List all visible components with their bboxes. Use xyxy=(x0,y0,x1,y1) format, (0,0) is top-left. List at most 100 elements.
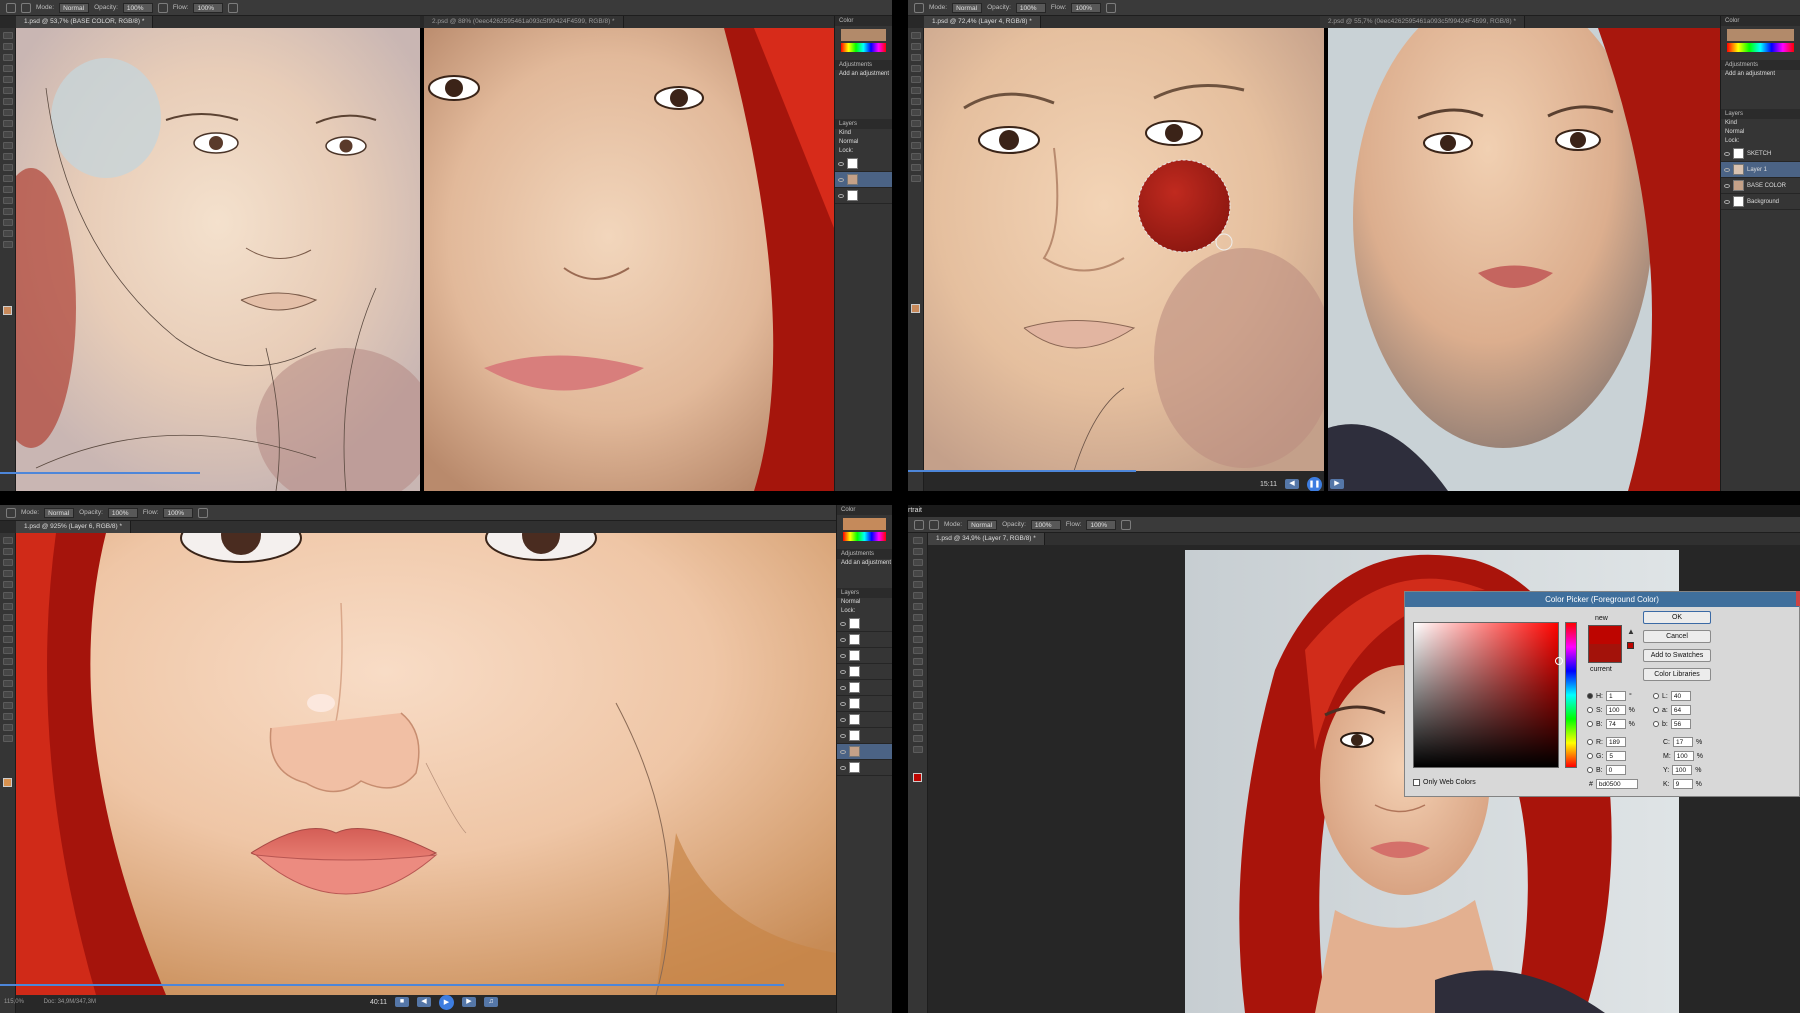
eye-icon[interactable] xyxy=(840,685,846,690)
video-progress-bar[interactable] xyxy=(908,470,1136,472)
move-tool-icon[interactable] xyxy=(2,537,13,544)
green-input[interactable]: 5 xyxy=(1606,751,1627,761)
eyedropper-tool-icon[interactable] xyxy=(2,592,13,599)
lasso-tool-icon[interactable] xyxy=(2,559,13,566)
red-radio[interactable] xyxy=(1587,739,1593,745)
canvas-detail[interactable] xyxy=(16,533,836,995)
hue-input[interactable]: 1 xyxy=(1606,691,1626,701)
magenta-input[interactable]: 100 xyxy=(1673,751,1694,761)
layer-row[interactable] xyxy=(837,664,892,680)
stamp-tool-icon[interactable] xyxy=(912,625,923,632)
layer-row[interactable] xyxy=(837,632,892,648)
layer-row[interactable] xyxy=(837,712,892,728)
hand-tool-icon[interactable] xyxy=(912,735,923,742)
layer-row-background[interactable]: Background xyxy=(1721,194,1800,210)
airbrush-icon[interactable] xyxy=(198,507,209,518)
type-tool-icon[interactable] xyxy=(910,153,921,160)
eye-icon[interactable] xyxy=(840,701,846,706)
airbrush-icon[interactable] xyxy=(228,2,239,13)
flow-field[interactable]: 100% xyxy=(1071,2,1102,13)
eye-icon[interactable] xyxy=(1724,183,1730,188)
type-tool-icon[interactable] xyxy=(912,702,923,709)
layers-panel-tab[interactable]: Layers xyxy=(837,588,892,598)
blue-radio[interactable] xyxy=(1587,767,1593,773)
eye-icon[interactable] xyxy=(1724,151,1730,156)
healing-tool-icon[interactable] xyxy=(912,603,923,610)
eyedropper-tool-icon[interactable] xyxy=(912,592,923,599)
mode-dropdown[interactable]: Normal xyxy=(59,2,90,13)
canvas-sketch[interactable] xyxy=(16,28,420,491)
eye-icon[interactable] xyxy=(840,669,846,674)
doc-tab-1psd[interactable]: 1.psd @ 53,7% (BASE COLOR, RGB/8) * xyxy=(16,16,154,28)
lab-a-radio[interactable] xyxy=(1653,707,1659,713)
eye-icon[interactable] xyxy=(838,161,844,166)
eye-icon[interactable] xyxy=(840,637,846,642)
canvas-base-color[interactable] xyxy=(924,28,1324,471)
canvas-reference-photo[interactable] xyxy=(424,28,834,491)
opacity-field[interactable]: 100% xyxy=(122,2,153,13)
eraser-tool-icon[interactable] xyxy=(2,142,13,149)
foreground-color-swatch[interactable] xyxy=(3,306,12,315)
play-icon[interactable]: ▶ xyxy=(439,994,454,1010)
dodge-tool-icon[interactable] xyxy=(2,669,13,676)
blur-tool-icon[interactable] xyxy=(2,164,13,171)
lasso-tool-icon[interactable] xyxy=(2,54,13,61)
layer-row[interactable] xyxy=(835,172,892,188)
blur-tool-icon[interactable] xyxy=(2,658,13,665)
next-icon[interactable]: ▶ xyxy=(1330,479,1344,489)
history-brush-tool-icon[interactable] xyxy=(912,636,923,643)
lab-a-input[interactable]: 64 xyxy=(1670,705,1691,715)
flow-field[interactable]: 100% xyxy=(193,2,224,13)
stamp-tool-icon[interactable] xyxy=(910,98,921,105)
dodge-tool-icon[interactable] xyxy=(912,680,923,687)
add-to-swatches-button[interactable]: Add to Swatches xyxy=(1643,649,1711,662)
flow-field[interactable]: 100% xyxy=(1086,519,1117,530)
zoom-tool-icon[interactable] xyxy=(2,241,13,248)
saturation-input[interactable]: 100 xyxy=(1605,705,1626,715)
healing-tool-icon[interactable] xyxy=(2,98,13,105)
blue-input[interactable]: 0 xyxy=(1605,765,1626,775)
hand-tool-icon[interactable] xyxy=(2,724,13,731)
lasso-tool-icon[interactable] xyxy=(912,559,923,566)
eye-icon[interactable] xyxy=(840,749,846,754)
blur-tool-icon[interactable] xyxy=(910,131,921,138)
quick-select-tool-icon[interactable] xyxy=(912,570,923,577)
out-of-gamut-warning-icon[interactable]: ▲ xyxy=(1627,627,1635,636)
web-colors-checkbox[interactable] xyxy=(1413,779,1420,786)
layer-row[interactable] xyxy=(837,728,892,744)
type-tool-icon[interactable] xyxy=(2,197,13,204)
foreground-color-swatch[interactable] xyxy=(3,778,12,787)
adjustments-panel-tab[interactable]: Adjustments xyxy=(1721,60,1800,70)
opacity-field[interactable]: 100% xyxy=(1015,2,1046,13)
video-progress-bar[interactable] xyxy=(0,472,200,474)
brush-tool-icon[interactable] xyxy=(914,519,924,530)
blend-mode-dropdown[interactable]: Normal xyxy=(837,598,892,607)
marquee-tool-icon[interactable] xyxy=(2,43,13,50)
blur-tool-icon[interactable] xyxy=(912,669,923,676)
color-preview[interactable] xyxy=(841,29,886,41)
brightness-radio[interactable] xyxy=(1587,721,1593,727)
crop-tool-icon[interactable] xyxy=(2,581,13,588)
path-select-tool-icon[interactable] xyxy=(2,702,13,709)
hue-slider[interactable] xyxy=(1565,622,1577,768)
mode-dropdown[interactable]: Normal xyxy=(952,2,983,13)
gradient-tool-icon[interactable] xyxy=(2,153,13,160)
quick-select-tool-icon[interactable] xyxy=(2,65,13,72)
layer-row[interactable] xyxy=(835,156,892,172)
crop-tool-icon[interactable] xyxy=(2,76,13,83)
canvas-reference-photo[interactable] xyxy=(1328,28,1720,491)
brush-preset-icon[interactable] xyxy=(21,2,31,13)
brush-tool-icon[interactable] xyxy=(914,2,924,13)
eraser-tool-icon[interactable] xyxy=(2,636,13,643)
crop-tool-icon[interactable] xyxy=(910,65,921,72)
airbrush-icon[interactable] xyxy=(1106,2,1117,13)
adjustments-panel-tab[interactable]: Adjustments xyxy=(835,60,892,70)
gradient-tool-icon[interactable] xyxy=(912,658,923,665)
doc-tab-1psd[interactable]: 1.psd @ 72,4% (Layer 4, RGB/8) * xyxy=(924,16,1041,28)
layer-row[interactable] xyxy=(837,760,892,776)
hex-input[interactable]: bd0500 xyxy=(1595,779,1638,789)
lab-l-radio[interactable] xyxy=(1653,693,1659,699)
eye-icon[interactable] xyxy=(840,653,846,658)
marquee-tool-icon[interactable] xyxy=(910,43,921,50)
hand-tool-icon[interactable] xyxy=(2,230,13,237)
